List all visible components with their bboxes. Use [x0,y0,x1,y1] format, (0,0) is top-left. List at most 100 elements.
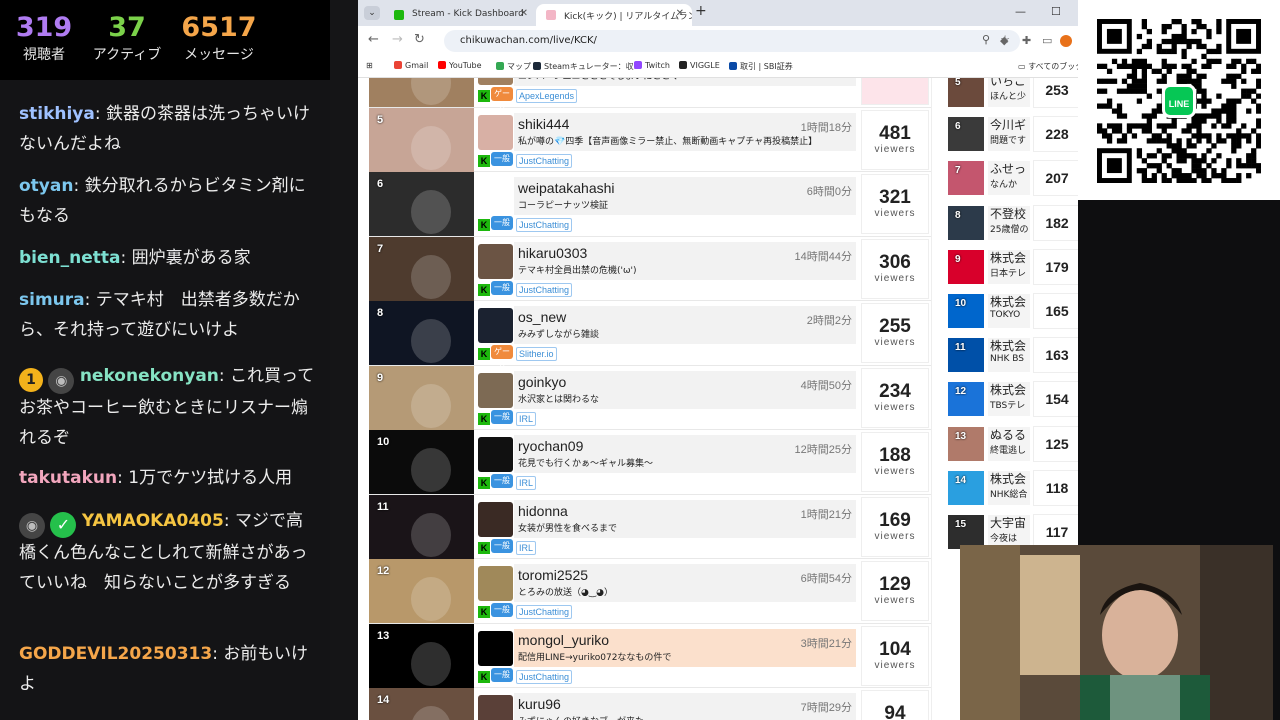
stream-info[interactable]: shiki444 1時間18分 私が噂の💎四季【音声画像ミラー禁止、無断動画キャプチ… [514,112,856,151]
streamer-name[interactable]: hikaru0303 [518,245,587,261]
ranking-row[interactable]: 7 hikaru0303 14時間44分 テマキ村全員出禁の危機('ω') K 一般 Jus… [369,236,931,301]
category-link[interactable]: JustChatting [516,605,573,619]
category-link[interactable]: JustChatting [516,153,573,168]
ranking-row[interactable]: 11 hidonna 1時間21分 女装が男性を食べるまで K 一般 IRL 169 viewe… [369,494,931,559]
category-link[interactable]: Slither.io [516,347,557,361]
extension-icon[interactable]: ◆ [1000,34,1008,47]
side-stream-thumbnail[interactable]: 12 [948,382,984,417]
stream-thumbnail[interactable]: 9 [369,365,474,430]
streamer-avatar[interactable] [478,114,513,150]
streamer-avatar[interactable] [478,437,513,472]
stream-thumbnail[interactable]: 14 [369,688,474,720]
stream-info[interactable]: goinkyo 4時間50分 水沢家とは関わるな [514,370,856,409]
back-icon[interactable]: ← [368,32,379,47]
minimize-icon[interactable]: — [1015,5,1026,18]
streamer-avatar[interactable] [478,372,513,408]
bookmark-item[interactable]: Twitch [634,61,670,70]
streamer-avatar[interactable] [478,566,513,601]
streamer-avatar[interactable] [478,308,513,343]
side-stream-thumbnail[interactable]: 7 [948,161,984,196]
bookmark-item[interactable]: マップ [496,61,531,72]
bookmark-item[interactable]: VIGGLE [679,61,720,70]
stream-info[interactable]: kuru96 7時間29分みずにゃんの好きなブーが来た [514,693,856,720]
side-stream-thumbnail[interactable]: 11 [948,338,984,373]
side-stream-info[interactable]: いちご ほんと少 [988,78,1030,107]
ranking-row[interactable]: 14kuru967時間29分みずにゃんの好きなブーが来たK一般JustChatt… [369,688,931,720]
side-ranking-row[interactable]: 13 ぬるる 終電逃し 125 [944,424,1078,464]
streamer-name[interactable]: hidonna [518,503,568,519]
ranking-row[interactable]: 10 ryochan09 12時間25分 花見でも行くかぁ～ギャル募集～ K 一般 IRL 1… [369,430,931,495]
stream-info[interactable]: ryochan09 12時間25分 花見でも行くかぁ～ギャル募集～ [514,435,856,473]
stream-info[interactable]: hidonna 1時間21分 女装が男性を食べるまで [514,499,856,538]
side-ranking-row[interactable]: 14 株式会 NHK総合 118 [944,468,1078,508]
streamer-name[interactable]: toromi2525 [518,567,588,583]
side-ranking-row[interactable]: 6 今川ギ 問題です 228 [944,114,1078,154]
apps-grid-icon[interactable]: ⊞ [366,61,373,70]
streamer-name[interactable]: weipatakahashi [518,180,615,196]
streamer-avatar[interactable] [478,78,513,85]
tab-ranking[interactable]: Kick(キック) | リアルタイムランキング ✕ [536,4,692,26]
streamer-name[interactable]: kuru96 [518,696,561,712]
category-link[interactable]: ApexLegends [516,89,578,103]
ranking-row[interactable]: 6 weipatakahashi 6時間0分 コーラピーナッツ検証 K 一般 JustCha… [369,172,931,237]
tab-kick-dashboard[interactable]: Stream - Kick Dashboard ✕ [384,4,536,26]
reload-icon[interactable]: ↻ [414,32,425,47]
side-stream-info[interactable]: 株式会 TOKYO [988,294,1030,328]
streamer-avatar[interactable] [478,695,513,720]
stream-thumbnail[interactable]: 12 [369,559,474,623]
ranking-row[interactable]: 12 toromi2525 6時間54分 とろみの放送（◕‿◕） K 一般 JustChat… [369,559,931,624]
category-link[interactable]: IRL [516,411,537,426]
streamer-avatar[interactable] [478,501,513,537]
streamer-name[interactable]: goinkyo [518,374,566,390]
category-link[interactable]: JustChatting [516,218,573,232]
zoom-icon[interactable]: ⚲ [982,33,990,46]
ranking-row[interactable]: ニンバーンエニとととてしよいにととく KゲームApexLegends viewers [369,78,931,112]
side-stream-info[interactable]: 今川ギ 問題です [988,117,1030,152]
bookmark-item[interactable]: YouTube [438,61,482,70]
streamer-avatar[interactable] [478,630,513,666]
side-stream-info[interactable]: ふせっ なんか [988,161,1030,196]
ranking-row[interactable]: 5 shiki444 1時間18分 私が噂の💎四季【音声画像ミラー禁止、無断動画キャプ… [369,107,931,172]
profile-avatar[interactable] [1060,35,1072,47]
tab-close-icon[interactable]: ✕ [520,8,528,19]
side-stream-info[interactable]: ぬるる 終電逃し [988,426,1030,461]
sidebar-icon[interactable]: ▭ [1042,34,1052,47]
streamer-name[interactable]: os_new [518,309,566,325]
stream-thumbnail[interactable] [369,78,474,107]
side-ranking-row[interactable]: 8 不登校 25歳僧の 182 [944,203,1078,243]
side-stream-info[interactable]: 株式会 TBSテレ [988,382,1030,417]
stream-info[interactable]: ニンバーンエニとととてしよいにととく [514,78,856,86]
category-link[interactable]: JustChatting [516,669,573,684]
category-link[interactable]: IRL [516,540,537,555]
side-stream-info[interactable]: 不登校 25歳僧の [988,205,1030,240]
bookmark-item[interactable]: 取引 | SBI証券 [729,61,793,72]
side-stream-info[interactable]: 株式会 NHK総合 [988,470,1030,505]
streamer-name[interactable]: mongol_yuriko [518,632,609,648]
stream-info[interactable]: os_new 2時間2分 みみずしながら雑談 [514,306,856,344]
stream-thumbnail[interactable]: 7 [369,236,474,301]
side-stream-thumbnail[interactable]: 15 [948,515,984,549]
puzzle-icon[interactable]: ✚ [1022,34,1031,47]
side-ranking-row[interactable]: 9 株式会 日本テレ 179 [944,247,1078,287]
url-field[interactable]: chikuwachan.com/live/KCK/ ⚲ ☆ [444,30,1020,52]
stream-thumbnail[interactable]: 8 [369,301,474,365]
side-ranking-row[interactable]: 10 株式会 TOKYO 165 [944,291,1078,331]
bookmark-item[interactable]: Gmail [394,61,428,70]
ranking-row[interactable]: 9 goinkyo 4時間50分 水沢家とは関わるな K 一般 IRL 234 viewers [369,365,931,430]
streamer-avatar[interactable] [478,179,513,214]
side-stream-thumbnail[interactable]: 14 [948,470,984,505]
category-link[interactable]: JustChatting [516,282,573,297]
ranking-row[interactable]: 8 os_new 2時間2分 みみずしながら雑談 K ゲーム Slither.io 255 vi… [369,301,931,370]
all-bookmarks-folder[interactable]: ▭ すべてのブック [1018,61,1078,72]
stream-info[interactable]: hikaru0303 14時間44分 テマキ村全員出禁の危機('ω') [514,241,856,280]
side-stream-thumbnail[interactable]: 13 [948,426,984,461]
maximize-icon[interactable]: ☐ [1051,5,1061,18]
stream-thumbnail[interactable]: 6 [369,172,474,236]
forward-icon[interactable]: → [392,32,403,47]
side-ranking-row[interactable]: 5 いちご ほんと少 253 [944,78,1078,110]
stream-info[interactable]: weipatakahashi 6時間0分 コーラピーナッツ検証 [514,177,856,215]
streamer-name[interactable]: shiki444 [518,116,569,132]
side-stream-thumbnail[interactable]: 9 [948,249,984,284]
side-stream-info[interactable]: 株式会 NHK BS [988,338,1030,373]
bookmark-item[interactable]: Steamキュレーター：収... [533,61,641,72]
